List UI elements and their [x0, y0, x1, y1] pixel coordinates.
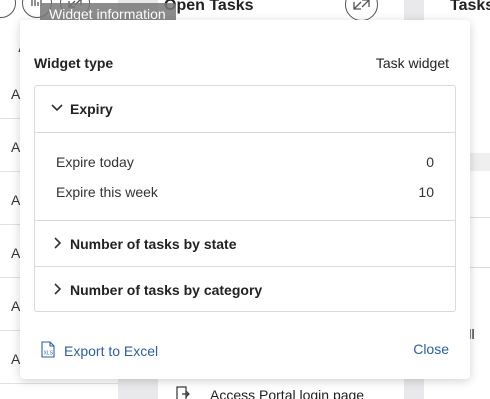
close-button[interactable]: Close [413, 341, 449, 357]
export-label: Export to Excel [64, 343, 159, 359]
chevron-down-icon [51, 104, 63, 112]
divider [35, 132, 455, 133]
accordion-title: Expiry [70, 101, 113, 117]
login-page-icon [176, 386, 190, 399]
access-portal-item[interactable]: Access Portal login page [210, 387, 364, 399]
expand-widget-button[interactable] [345, 0, 378, 21]
accordion-header-tasks-by-category[interactable]: Number of tasks by category [35, 267, 455, 313]
widget-type-value: Task widget [375, 55, 449, 71]
chevron-right-icon [54, 237, 62, 249]
accordion-header-expiry[interactable]: Expiry [35, 86, 455, 132]
expire-today-value: 0 [426, 154, 434, 170]
widget-type-label: Widget type [34, 55, 114, 71]
accordion-title: Number of tasks by category [70, 282, 263, 298]
accordion-header-tasks-by-state[interactable]: Number of tasks by state [35, 221, 455, 267]
accordion-title: Number of tasks by state [70, 236, 237, 252]
open-tasks-title: Open Tasks [164, 0, 254, 14]
expire-today-label: Expire today [56, 154, 134, 170]
details-accordion: Expiry Expire today 0 Expire this week 1… [34, 85, 456, 312]
expire-this-week-value: 10 [418, 184, 434, 200]
svg-text:XLS: XLS [44, 351, 54, 357]
expire-this-week-label: Expire this week [56, 184, 158, 200]
tasks-title: Tasks [450, 0, 490, 14]
excel-file-icon: XLS [41, 341, 55, 358]
chevron-right-icon [54, 283, 62, 295]
expand-icon [353, 0, 370, 10]
widget-information-dialog: Widget type Task widget Expiry Expire to… [20, 20, 470, 379]
